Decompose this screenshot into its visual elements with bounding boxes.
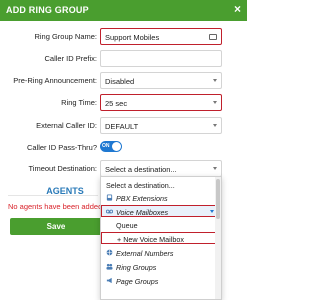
globe-icon [106, 249, 113, 256]
chevron-down-icon [210, 210, 214, 213]
keyboard-icon [209, 34, 217, 40]
modal-title: ADD RING GROUP [6, 5, 89, 15]
toggle-on-text: ON [102, 143, 110, 149]
pre-ring-value: Disabled [105, 77, 135, 86]
close-icon[interactable]: × [234, 3, 241, 15]
caller-id-prefix-label: Caller ID Prefix: [44, 54, 97, 63]
megaphone-icon [106, 277, 112, 284]
ring-group-name-input[interactable]: Support Mobiles [100, 28, 222, 45]
pass-thru-toggle[interactable]: ON [100, 141, 122, 152]
ring-time-label: Ring Time: [61, 98, 97, 107]
ring-group-name-label: Ring Group Name: [34, 32, 97, 41]
voicemail-icon [106, 209, 113, 214]
ring-time-select[interactable]: 25 sec [100, 94, 222, 111]
dropdown-group-external-numbers[interactable]: External Numbers [101, 247, 221, 259]
chevron-down-icon [213, 124, 217, 127]
dropdown-group-voice-mailboxes[interactable]: Voice Mailboxes [101, 205, 221, 217]
destination-dropdown: Select a destination... PBX Extensions V… [100, 176, 222, 300]
pre-ring-label: Pre-Ring Announcement: [13, 76, 97, 85]
external-caller-id-row: External Caller ID: DEFAULT [0, 117, 247, 135]
ring-time-row: Ring Time: 25 sec [0, 94, 247, 112]
no-agents-message: No agents have been added [8, 202, 103, 211]
timeout-destination-label: Timeout Destination: [28, 164, 97, 173]
chevron-down-icon [213, 167, 217, 170]
agents-divider [8, 195, 98, 196]
external-caller-id-value: DEFAULT [105, 122, 139, 131]
timeout-destination-value: Select a destination... [105, 165, 177, 174]
caller-id-prefix-row: Caller ID Prefix: [0, 50, 247, 68]
modal-header: ADD RING GROUP × [0, 0, 247, 21]
dropdown-option-placeholder[interactable]: Select a destination... [101, 179, 221, 191]
pass-thru-label: Caller ID Pass-Thru? [26, 143, 97, 152]
users-icon [106, 263, 113, 270]
pass-thru-row: Caller ID Pass-Thru? ON [0, 139, 247, 157]
timeout-destination-select[interactable]: Select a destination... [100, 160, 222, 177]
dropdown-option-new-voice-mailbox[interactable]: + New Voice Mailbox [101, 232, 221, 244]
ring-group-name-row: Ring Group Name: Support Mobiles [0, 28, 247, 46]
pre-ring-select[interactable]: Disabled [100, 72, 222, 89]
caller-id-prefix-input[interactable] [100, 50, 222, 67]
external-caller-id-select[interactable]: DEFAULT [100, 117, 222, 134]
save-button[interactable]: Save [10, 218, 102, 235]
dropdown-group-page-groups[interactable]: Page Groups [101, 275, 221, 287]
scrollbar-thumb[interactable] [216, 179, 220, 219]
phone-icon [106, 194, 113, 201]
external-caller-id-label: External Caller ID: [36, 121, 97, 130]
dropdown-scrollbar[interactable] [215, 177, 221, 299]
chevron-down-icon [213, 101, 217, 104]
dropdown-option-queue[interactable]: Queue [101, 219, 221, 231]
chevron-down-icon [213, 79, 217, 82]
ring-group-name-value: Support Mobiles [105, 33, 160, 42]
toggle-knob [112, 142, 121, 151]
dropdown-group-pbx-extensions[interactable]: PBX Extensions [101, 192, 221, 204]
pre-ring-row: Pre-Ring Announcement: Disabled [0, 72, 247, 90]
ring-time-value: 25 sec [105, 99, 128, 108]
dropdown-group-ring-groups[interactable]: Ring Groups [101, 261, 221, 273]
add-ring-group-modal: ADD RING GROUP × Ring Group Name: Suppor… [0, 0, 247, 300]
